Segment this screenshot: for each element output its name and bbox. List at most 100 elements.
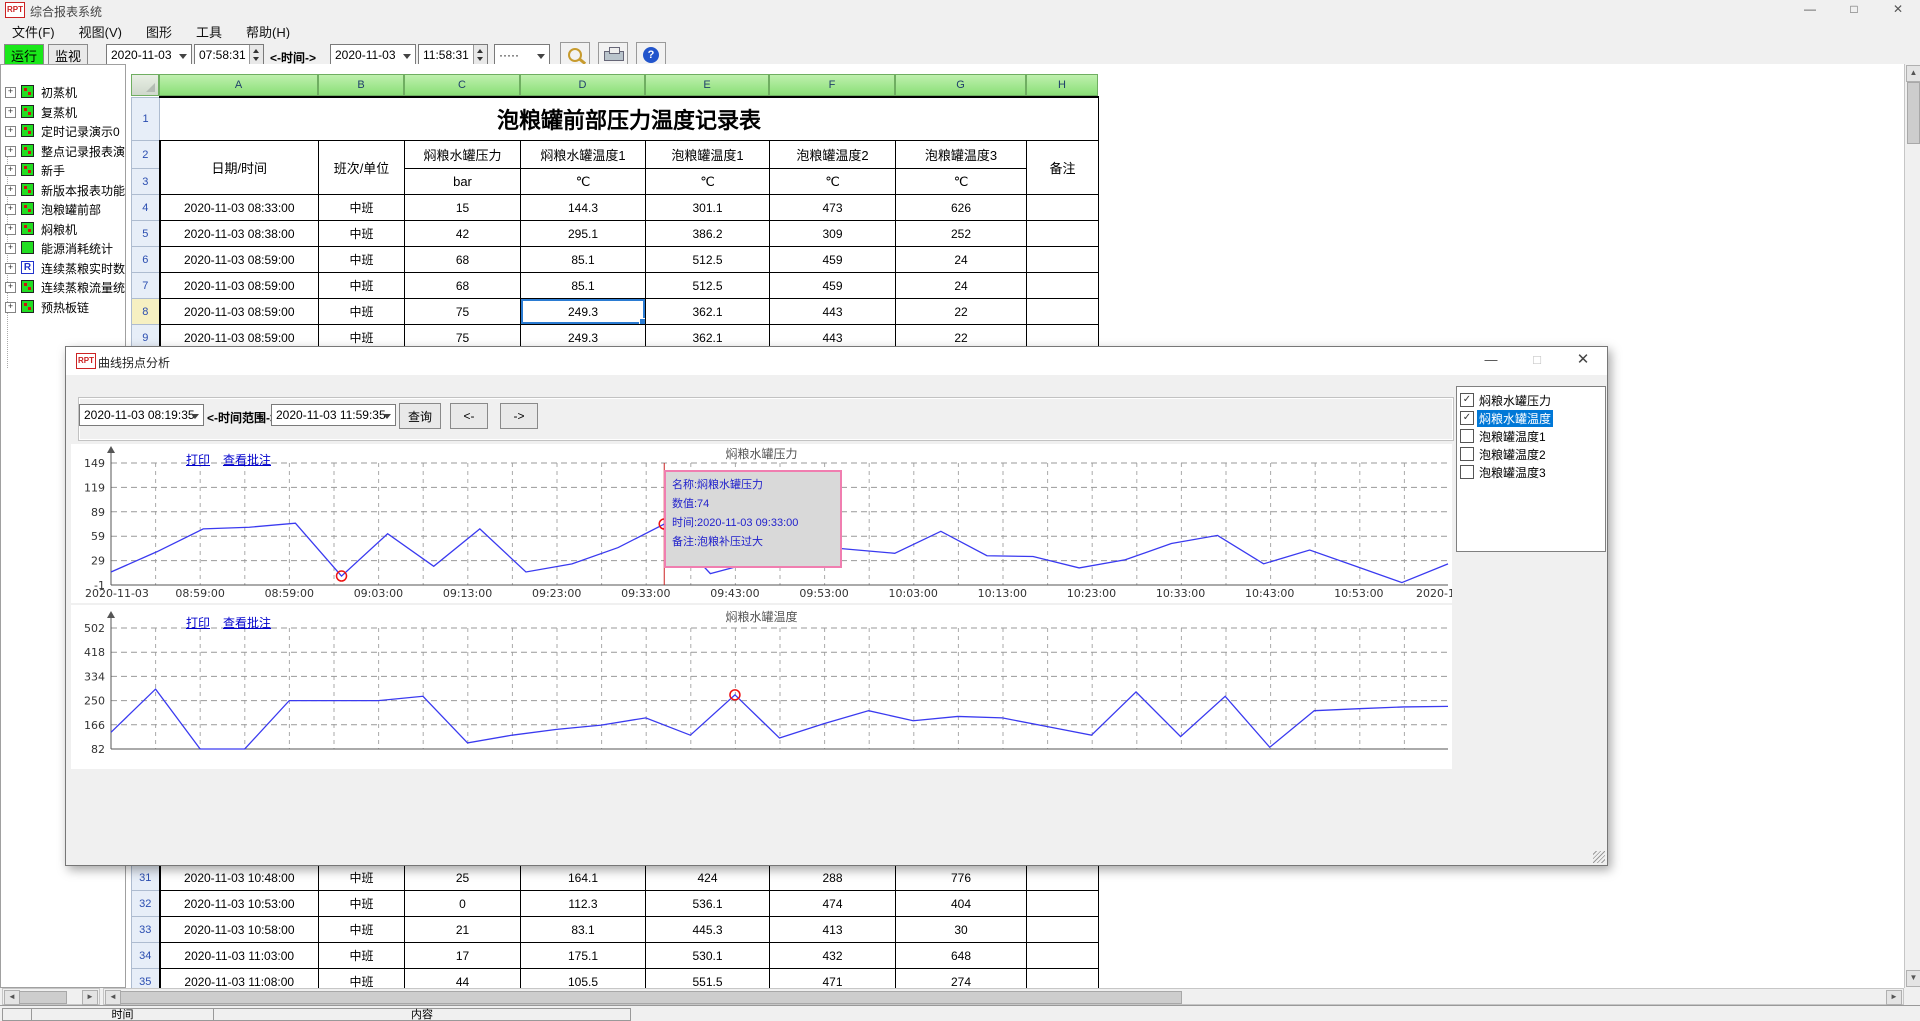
cell[interactable]: [1027, 195, 1099, 221]
sidebar-item[interactable]: +预热板链: [3, 298, 123, 316]
sidebar-item[interactable]: +初蒸机: [3, 83, 123, 101]
spinner-arrows-icon[interactable]: [473, 45, 487, 65]
cell[interactable]: 776: [896, 865, 1027, 891]
scroll-right-icon[interactable]: ►: [82, 990, 98, 1005]
dialog-time-to-combo[interactable]: 2020-11-03 11:59:35: [271, 404, 396, 426]
series-list-item[interactable]: 泡粮罐温度1: [1460, 427, 1602, 445]
cell[interactable]: 105.5: [521, 969, 646, 989]
dialog-time-from-combo[interactable]: 2020-11-03 08:19:35: [79, 404, 204, 426]
scroll-right-icon[interactable]: ►: [1886, 990, 1902, 1005]
cell[interactable]: 24: [896, 273, 1027, 299]
tree-expand-icon[interactable]: +: [5, 126, 16, 137]
row-number[interactable]: 5: [132, 221, 160, 247]
row-number[interactable]: 7: [132, 273, 160, 299]
cell[interactable]: 459: [770, 273, 896, 299]
cell[interactable]: 24: [896, 247, 1027, 273]
cell[interactable]: 15: [405, 195, 521, 221]
tree-expand-icon[interactable]: +: [5, 185, 16, 196]
cell[interactable]: 301.1: [646, 195, 770, 221]
cell[interactable]: 309: [770, 221, 896, 247]
menu-item[interactable]: 文件(F): [0, 20, 67, 41]
cell[interactable]: 2020-11-03 08:59:00: [160, 273, 319, 299]
cell[interactable]: 144.3: [521, 195, 646, 221]
cell[interactable]: 443: [770, 299, 896, 325]
scroll-down-icon[interactable]: ▼: [1906, 970, 1920, 987]
tree-expand-icon[interactable]: +: [5, 282, 16, 293]
menu-item[interactable]: 视图(V): [67, 20, 134, 41]
cell[interactable]: [1027, 969, 1099, 989]
cell[interactable]: 中班: [319, 221, 405, 247]
cell[interactable]: 68: [405, 273, 521, 299]
tree-expand-icon[interactable]: +: [5, 204, 16, 215]
sidebar-item[interactable]: +整点记录报表演: [3, 142, 123, 160]
cell[interactable]: 2020-11-03 08:38:00: [160, 221, 319, 247]
sidebar-item[interactable]: +复蒸机: [3, 103, 123, 121]
cell[interactable]: [1027, 891, 1099, 917]
cell[interactable]: 512.5: [646, 273, 770, 299]
checkbox-icon[interactable]: [1460, 429, 1474, 443]
dialog-minimize-button[interactable]: —: [1471, 347, 1511, 373]
scrollbar-thumb[interactable]: [19, 991, 67, 1004]
cell[interactable]: 0: [405, 891, 521, 917]
spinner-arrows-icon[interactable]: [249, 45, 263, 65]
close-button[interactable]: ✕: [1876, 0, 1920, 20]
cell[interactable]: [1027, 247, 1099, 273]
cell[interactable]: 474: [770, 891, 896, 917]
menu-item[interactable]: 帮助(H): [234, 20, 302, 41]
cell[interactable]: 中班: [319, 865, 405, 891]
cell[interactable]: [1027, 865, 1099, 891]
series-list-item[interactable]: 泡粮罐温度3: [1460, 463, 1602, 481]
cell[interactable]: 404: [896, 891, 1027, 917]
cell[interactable]: 551.5: [646, 969, 770, 989]
cell[interactable]: 中班: [319, 247, 405, 273]
checkbox-icon[interactable]: [1460, 447, 1474, 461]
row-number[interactable]: 35: [132, 969, 160, 989]
cell[interactable]: 2020-11-03 08:59:00: [160, 247, 319, 273]
cell[interactable]: 中班: [319, 891, 405, 917]
row-number[interactable]: 1: [132, 97, 160, 141]
cell[interactable]: 75: [405, 299, 521, 325]
cell[interactable]: 中班: [319, 917, 405, 943]
cell[interactable]: 42: [405, 221, 521, 247]
row-number[interactable]: 31: [132, 865, 160, 891]
time-from-spinner[interactable]: 07:58:31: [194, 44, 264, 66]
cell[interactable]: 512.5: [646, 247, 770, 273]
cell[interactable]: [1027, 943, 1099, 969]
tree-expand-icon[interactable]: +: [5, 87, 16, 98]
print-link[interactable]: 打印: [186, 614, 210, 631]
cell[interactable]: 362.1: [646, 299, 770, 325]
view-note-link[interactable]: 查看批注: [223, 451, 271, 468]
cell[interactable]: 112.3: [521, 891, 646, 917]
checkbox-icon[interactable]: [1460, 465, 1474, 479]
series-list-item[interactable]: 泡粮罐温度2: [1460, 445, 1602, 463]
column-letter[interactable]: B: [318, 74, 404, 96]
sidebar-item[interactable]: +R连续蒸粮实时数: [3, 259, 123, 277]
cell[interactable]: 83.1: [521, 917, 646, 943]
row-number[interactable]: 4: [132, 195, 160, 221]
sidebar-item[interactable]: +连续蒸粮流量统: [3, 278, 123, 296]
cell[interactable]: 68: [405, 247, 521, 273]
line-style-combo[interactable]: ·····: [494, 44, 550, 66]
cell[interactable]: 445.3: [646, 917, 770, 943]
column-letter[interactable]: A: [159, 74, 318, 96]
sidebar-item[interactable]: +能源消耗统计: [3, 239, 123, 257]
sheet-corner[interactable]: [131, 74, 159, 96]
cell[interactable]: 424: [646, 865, 770, 891]
sidebar-item[interactable]: +焖粮机: [3, 220, 123, 238]
scrollbar-thumb[interactable]: [120, 991, 1182, 1004]
date-from-combo[interactable]: 2020-11-03: [106, 44, 192, 66]
temperature-chart-svg[interactable]: 50241833425016682: [71, 605, 1452, 769]
cell[interactable]: 2020-11-03 11:08:00: [160, 969, 319, 989]
column-letter[interactable]: H: [1026, 74, 1098, 96]
column-letter[interactable]: D: [520, 74, 645, 96]
print-link[interactable]: 打印: [186, 451, 210, 468]
row-number[interactable]: 3: [132, 169, 160, 195]
cell[interactable]: 2020-11-03 10:58:00: [160, 917, 319, 943]
cell[interactable]: 2020-11-03 08:59:00: [160, 299, 319, 325]
cell[interactable]: 274: [896, 969, 1027, 989]
column-letter[interactable]: C: [404, 74, 520, 96]
tree-expand-icon[interactable]: +: [5, 146, 16, 157]
checkbox-checked-icon[interactable]: ✓: [1460, 411, 1474, 425]
cell[interactable]: 536.1: [646, 891, 770, 917]
series-list-item[interactable]: ✓焖粮水罐温度: [1460, 409, 1602, 427]
